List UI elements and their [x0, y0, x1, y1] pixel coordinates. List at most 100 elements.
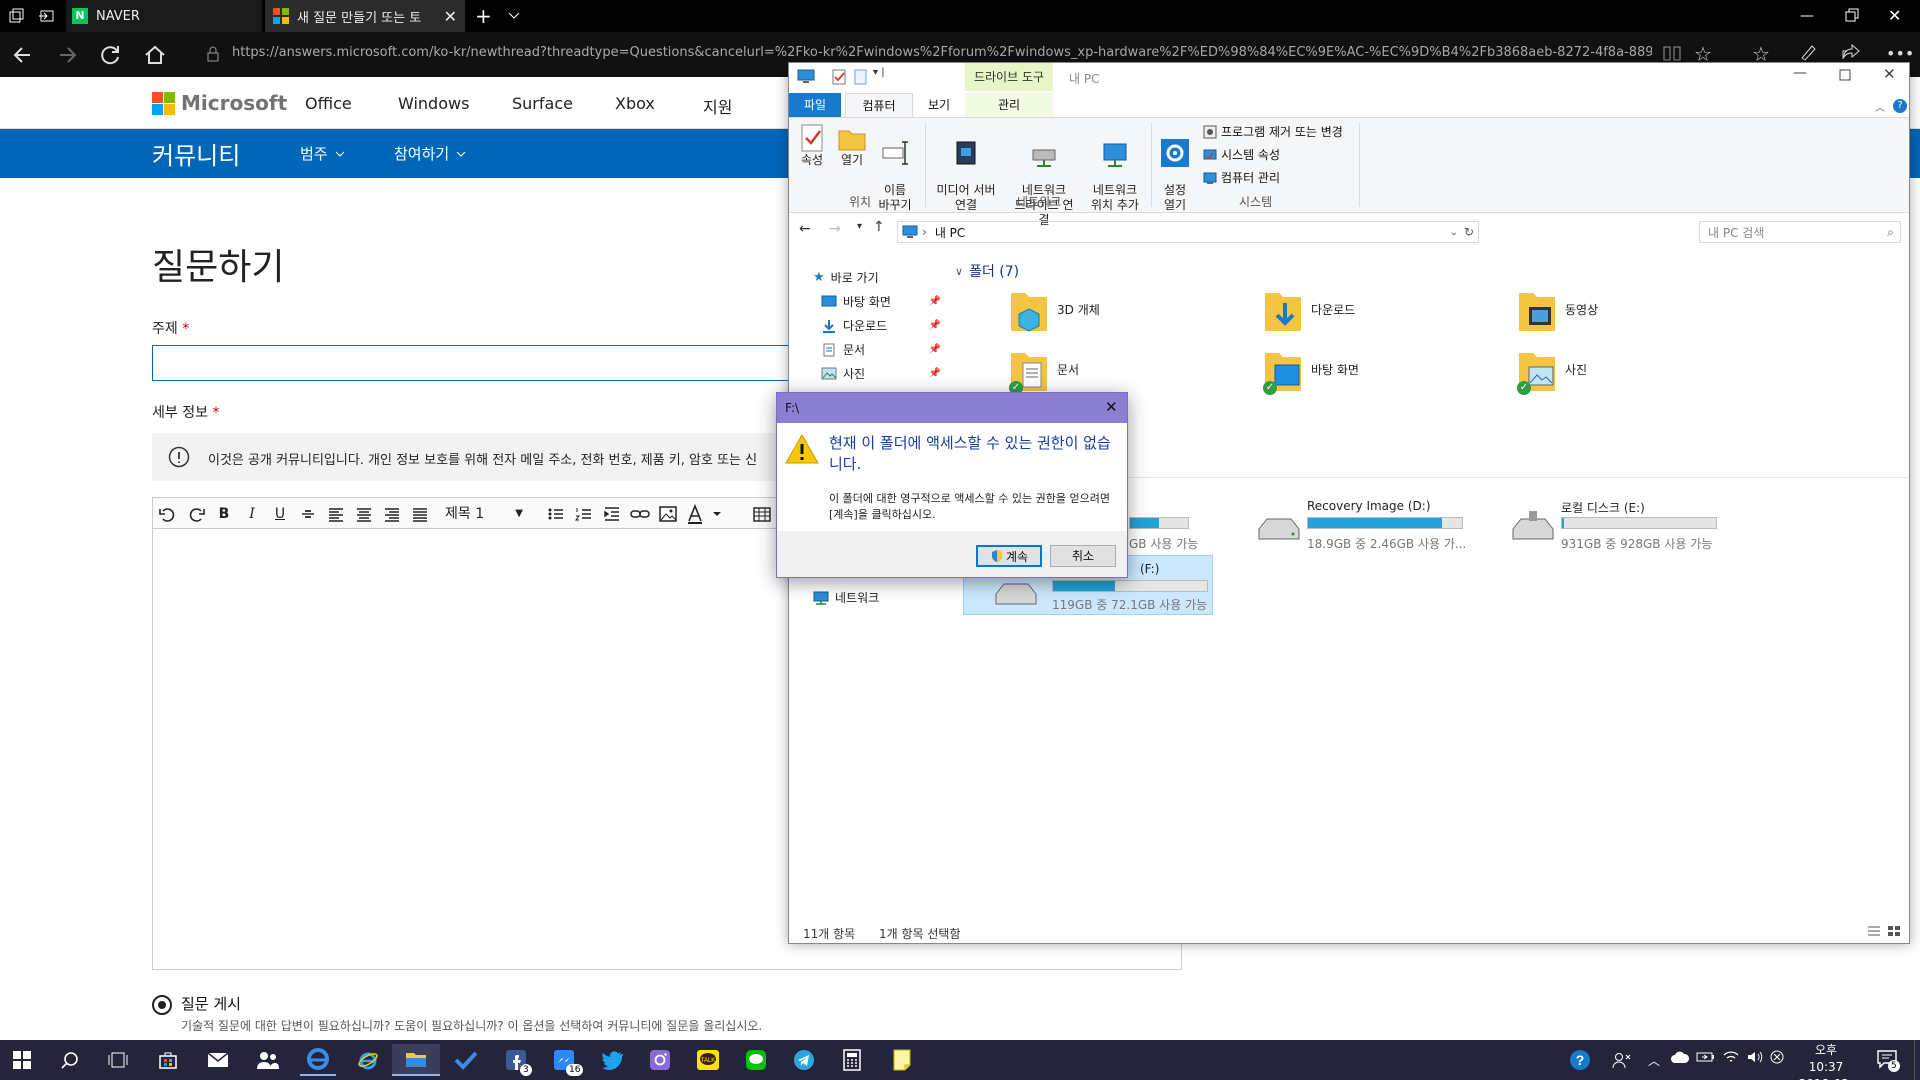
tab-naver[interactable]: N NAVER	[66, 0, 262, 32]
tab-manage[interactable]: 관리	[965, 93, 1053, 117]
calculator-icon[interactable]	[834, 1044, 870, 1076]
action-center-icon[interactable]: 5	[1876, 1048, 1900, 1072]
refresh-icon[interactable]: ↻	[1464, 225, 1474, 239]
people-tray-icon[interactable]	[1604, 1044, 1640, 1076]
quick-access-dropdown-icon[interactable]: ▾ |	[873, 67, 885, 78]
align-center-icon[interactable]	[353, 503, 375, 525]
wifi-icon[interactable]	[1722, 1050, 1740, 1064]
image-icon[interactable]	[657, 503, 679, 525]
tab-manager-icon[interactable]	[8, 8, 24, 24]
redo-icon[interactable]	[185, 503, 207, 525]
show-desktop-button[interactable]	[1914, 1040, 1920, 1080]
chevron-down-icon[interactable]	[506, 8, 522, 24]
nav-office[interactable]: Office	[305, 94, 352, 113]
heading-select[interactable]: 제목 1 ▼	[441, 503, 529, 525]
tab-new-thread[interactable]: 새 질문 만들기 또는 토 ✕	[265, 0, 465, 32]
task-view-icon[interactable]	[100, 1044, 136, 1076]
community-title[interactable]: 커뮤니티	[152, 136, 240, 171]
more-icon[interactable]: •••	[1886, 44, 1914, 63]
url-field[interactable]: https://answers.microsoft.com/ko-kr/newt…	[232, 45, 1652, 60]
start-button[interactable]	[4, 1044, 40, 1076]
cancel-button[interactable]: 취소	[1050, 545, 1116, 567]
sticky-notes-icon[interactable]	[884, 1044, 920, 1076]
search-field[interactable]: 내 PC 검색 ⌕	[1699, 221, 1901, 243]
back-icon[interactable]	[10, 42, 36, 68]
pin-icon[interactable]: 📌	[929, 368, 941, 379]
file-explorer-taskbar-icon[interactable]	[392, 1044, 440, 1076]
mail-icon[interactable]	[200, 1044, 236, 1076]
close-window-icon[interactable]: ✕	[1888, 6, 1901, 25]
minimize-icon[interactable]: —	[1800, 8, 1814, 24]
rename-button[interactable]: 이름 바꾸기	[873, 123, 917, 228]
recent-dropdown-icon[interactable]: ▾	[857, 221, 862, 232]
folder-3d-objects[interactable]: 3D 개체	[1009, 289, 1209, 337]
up-icon[interactable]: ↑	[873, 219, 885, 235]
details-view-icon[interactable]	[1867, 925, 1881, 937]
restore-icon[interactable]	[1845, 8, 1859, 22]
store-icon[interactable]	[150, 1044, 186, 1076]
search-icon[interactable]	[52, 1044, 88, 1076]
uninstall-program-button[interactable]: 프로그램 제거 또는 변경	[1203, 123, 1343, 140]
instagram-icon[interactable]	[642, 1044, 678, 1076]
add-network-location-button[interactable]: 네트워크 위치 추가	[1083, 123, 1147, 228]
nav-documents[interactable]: 문서 📌	[821, 341, 941, 358]
new-tab-icon[interactable]: +	[475, 4, 492, 28]
folder-desktop[interactable]: 바탕 화면 ✓	[1263, 349, 1463, 397]
drive-e-local[interactable]: 로컬 디스크 (E:) 931GB 중 928GB 사용 가능	[1511, 495, 1741, 551]
subject-input[interactable]	[152, 345, 792, 381]
facebook-icon[interactable]: 3	[498, 1044, 534, 1076]
folder-downloads[interactable]: 다운로드	[1263, 289, 1463, 337]
forward-icon[interactable]: →	[829, 221, 841, 237]
line-icon[interactable]	[738, 1044, 774, 1076]
nav-windows[interactable]: Windows	[398, 94, 469, 113]
help-tray-icon[interactable]: ?	[1562, 1044, 1598, 1076]
properties-quick-icon[interactable]	[831, 69, 847, 85]
help-icon[interactable]: ?	[1893, 99, 1907, 113]
tab-file[interactable]: 파일	[789, 93, 841, 117]
align-left-icon[interactable]	[325, 503, 347, 525]
reading-view-icon[interactable]	[1662, 44, 1682, 62]
nav-xbox[interactable]: Xbox	[615, 94, 655, 113]
back-icon[interactable]: ←	[799, 221, 811, 237]
justify-icon[interactable]	[409, 503, 431, 525]
share-icon[interactable]	[1840, 42, 1862, 62]
address-dropdown-icon[interactable]: ⌄	[1450, 227, 1458, 238]
messenger-icon[interactable]: 16	[546, 1044, 584, 1076]
post-question-radio[interactable]	[152, 995, 172, 1015]
microsoft-logo[interactable]: Microsoft	[152, 91, 287, 115]
link-icon[interactable]	[629, 503, 651, 525]
maximize-icon[interactable]	[1839, 69, 1851, 81]
nav-pictures[interactable]: 사진 📌	[821, 365, 941, 382]
undo-icon[interactable]	[157, 503, 179, 525]
post-option-label[interactable]: 질문 게시	[181, 993, 241, 1014]
tray-overflow-icon[interactable]: ︿	[1648, 1052, 1660, 1069]
nav-downloads[interactable]: 다운로드 📌	[821, 317, 941, 334]
pin-icon[interactable]: 📌	[929, 296, 941, 307]
bullet-list-icon[interactable]	[545, 503, 567, 525]
underline-button[interactable]: U	[269, 503, 291, 525]
edge-icon[interactable]	[300, 1044, 336, 1076]
home-icon[interactable]	[142, 42, 168, 68]
continue-button[interactable]: 계속	[976, 545, 1042, 567]
pin-icon[interactable]: 📌	[929, 320, 941, 331]
close-icon[interactable]: ✕	[1105, 398, 1118, 416]
twitter-icon[interactable]	[594, 1044, 630, 1076]
align-right-icon[interactable]	[381, 503, 403, 525]
strikethrough-icon[interactable]	[297, 503, 319, 525]
pen-icon[interactable]	[1798, 42, 1818, 62]
onedrive-icon[interactable]	[1670, 1050, 1690, 1064]
close-tab-icon[interactable]: ✕	[444, 7, 457, 26]
open-button[interactable]: 열기	[833, 123, 871, 168]
tab-view[interactable]: 보기	[917, 93, 961, 117]
collapse-ribbon-icon[interactable]: ︿	[1875, 99, 1885, 114]
minimize-icon[interactable]: —	[1793, 65, 1807, 81]
new-folder-quick-icon[interactable]	[853, 69, 869, 85]
table-icon[interactable]	[751, 503, 773, 525]
set-aside-tabs-icon[interactable]	[38, 8, 54, 24]
telegram-icon[interactable]	[786, 1044, 822, 1076]
kakaotalk-icon[interactable]: TALK	[690, 1044, 726, 1076]
refresh-icon[interactable]	[98, 42, 124, 68]
open-settings-button[interactable]: 설정 열기	[1155, 123, 1195, 228]
system-properties-button[interactable]: 시스템 속성	[1203, 146, 1280, 163]
computer-management-button[interactable]: 컴퓨터 관리	[1203, 169, 1280, 186]
